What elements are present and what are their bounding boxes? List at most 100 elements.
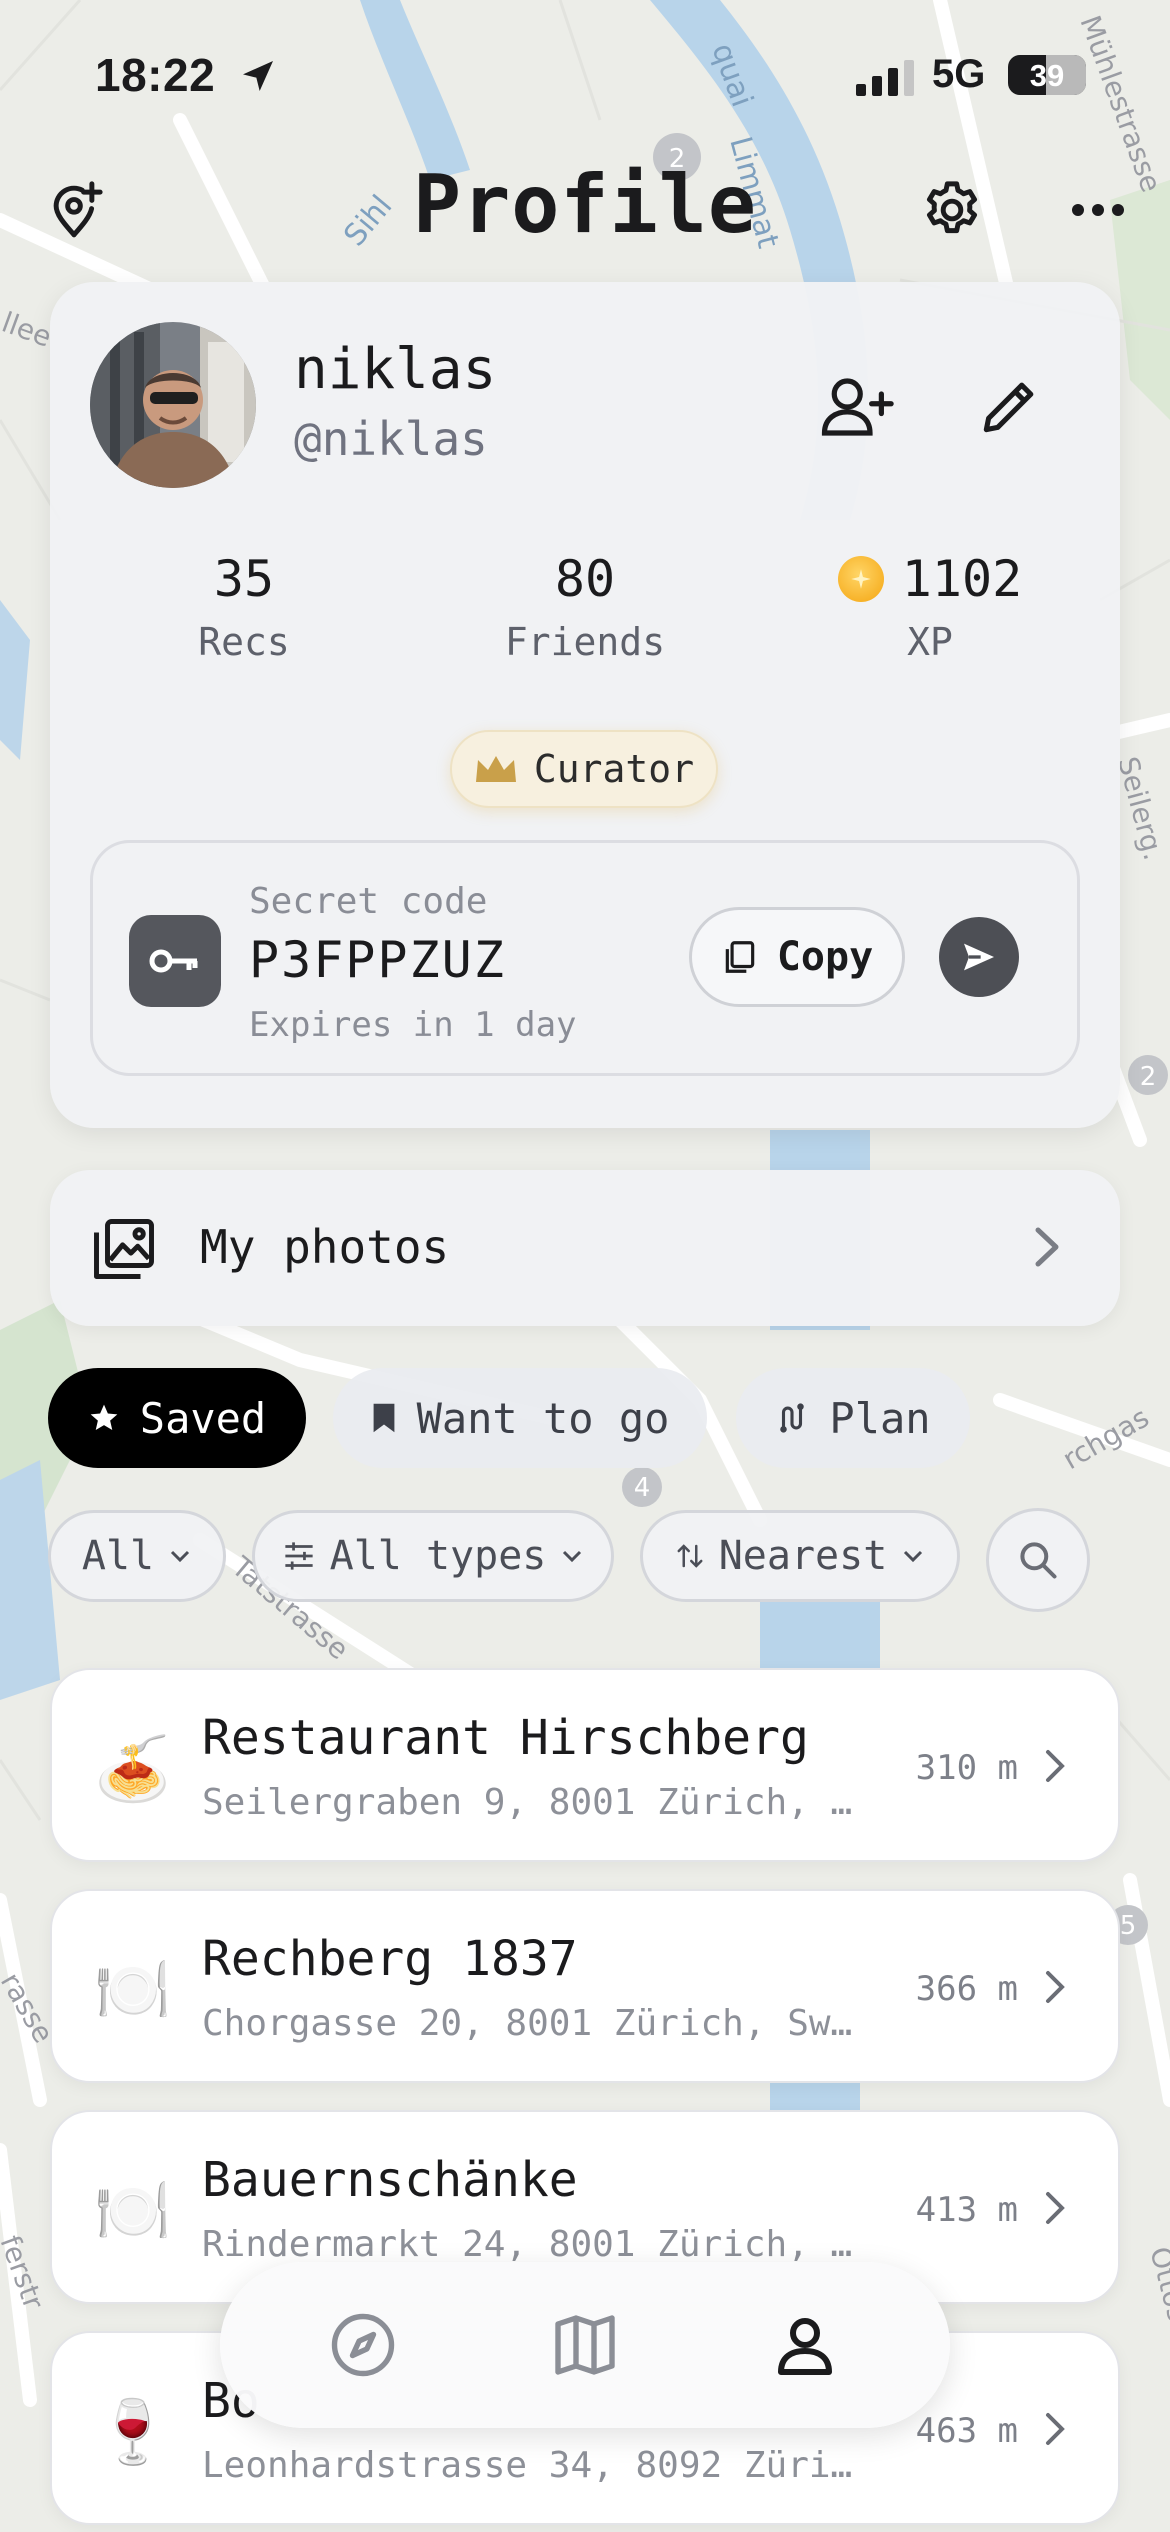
- place-emoji: 🍽️: [94, 1953, 172, 2026]
- place-name: Restaurant Hirschberg: [202, 1710, 809, 1766]
- status-time: 18:22: [95, 49, 216, 101]
- chevron-right-icon: [1046, 1971, 1065, 2003]
- stat-friends[interactable]: 80 Friends: [445, 544, 725, 664]
- copy-button[interactable]: Copy: [689, 907, 905, 1007]
- stat-recs[interactable]: 35 Recs: [104, 544, 384, 664]
- stat-xp-value: 1102: [901, 550, 1023, 608]
- chevron-down-icon: [904, 1550, 923, 1563]
- route-icon: [780, 1403, 805, 1433]
- badge-label: Curator: [533, 747, 695, 791]
- search-icon: [1020, 1542, 1057, 1579]
- stat-friends-value: 80: [554, 550, 616, 608]
- pencil-icon: [983, 382, 1034, 433]
- place-name: Rechberg 1837: [202, 1931, 578, 1987]
- chevron-right-icon: [1046, 2413, 1065, 2445]
- filter-types[interactable]: All types: [252, 1510, 614, 1602]
- filter-types-label: All types: [329, 1533, 547, 1579]
- chevron-down-icon: [171, 1550, 190, 1563]
- search-button[interactable]: [986, 1508, 1090, 1612]
- filter-sort[interactable]: Nearest: [640, 1510, 960, 1602]
- profile-handle: @niklas: [294, 412, 488, 466]
- curator-badge[interactable]: Curator: [450, 730, 718, 808]
- place-name: Bauernschänke: [202, 2152, 578, 2208]
- page-title: Profile: [412, 158, 758, 251]
- avatar[interactable]: [90, 322, 256, 488]
- key-icon: [129, 915, 221, 1007]
- place-distance: 463 m: [915, 2411, 1018, 2451]
- battery-level: 39: [1029, 58, 1065, 93]
- battery-icon: 39: [1008, 55, 1086, 95]
- compass-icon: [331, 2313, 395, 2377]
- stat-recs-label: Recs: [198, 620, 290, 664]
- star-icon: [90, 1404, 118, 1430]
- list-item[interactable]: 🍝 Restaurant Hirschberg Seilergraben 9, …: [50, 1668, 1120, 1862]
- filter-all-label: All: [81, 1533, 155, 1579]
- add-friend-button[interactable]: [812, 362, 902, 452]
- chevron-down-icon: [563, 1550, 582, 1563]
- nav-map[interactable]: [540, 2300, 630, 2390]
- crown-icon: [475, 756, 516, 782]
- tab-want-to-go-label: Want to go: [416, 1393, 670, 1443]
- edit-profile-button[interactable]: [964, 362, 1054, 452]
- map-icon: [555, 2315, 615, 2375]
- person-icon: [778, 2318, 832, 2375]
- filter-all[interactable]: All: [48, 1510, 226, 1602]
- network-type: 5G: [932, 52, 986, 96]
- share-code-button[interactable]: [939, 917, 1019, 997]
- place-distance: 413 m: [915, 2190, 1018, 2230]
- place-address: Rindermarkt 24, 8001 Zürich, …: [202, 2224, 853, 2265]
- my-photos-row[interactable]: My photos: [50, 1170, 1120, 1326]
- filter-sort-label: Nearest: [718, 1533, 888, 1579]
- place-emoji: 🍽️: [94, 2174, 172, 2247]
- list-item[interactable]: 🍽️ Rechberg 1837 Chorgasse 20, 8001 Züri…: [50, 1889, 1120, 2083]
- bottom-nav: [220, 2262, 950, 2428]
- more-dots-icon: [1072, 204, 1124, 216]
- secret-code-box: Secret code P3FPPZUZ Expires in 1 day Co…: [90, 840, 1080, 1076]
- chevron-right-icon: [1046, 1750, 1065, 1782]
- profile-name: niklas: [294, 337, 497, 402]
- nav-profile[interactable]: [760, 2300, 850, 2390]
- stat-friends-label: Friends: [504, 620, 666, 664]
- stat-xp[interactable]: 1102 XP: [790, 544, 1070, 664]
- tab-saved[interactable]: Saved: [48, 1368, 306, 1468]
- xp-coin-icon: [837, 556, 884, 602]
- status-bar: 18:22 5G 39: [0, 0, 1170, 150]
- settings-button[interactable]: [912, 170, 992, 250]
- cellular-signal-icon: [856, 60, 914, 96]
- photos-icon: [94, 1219, 154, 1279]
- profile-card: niklas @niklas 35 Recs 80 Friends 1102 X…: [50, 282, 1120, 1128]
- place-address: Chorgasse 20, 8001 Zürich, Sw…: [202, 2003, 853, 2044]
- header: Profile: [0, 150, 1170, 270]
- place-distance: 366 m: [915, 1969, 1018, 2009]
- sliders-icon: [284, 1542, 313, 1570]
- nav-explore[interactable]: [318, 2300, 408, 2390]
- my-photos-label: My photos: [200, 1220, 450, 1274]
- place-distance: 310 m: [915, 1748, 1018, 1788]
- tab-plan[interactable]: Plan: [736, 1368, 970, 1468]
- location-arrow-icon: [243, 61, 273, 91]
- place-address: Leonhardstrasse 34, 8092 Züri…: [202, 2445, 853, 2486]
- tab-plan-label: Plan: [829, 1393, 931, 1443]
- secret-code-label: Secret code: [249, 881, 488, 922]
- stat-xp-label: XP: [907, 620, 953, 664]
- add-friend-icon: [821, 378, 894, 436]
- chevron-right-icon: [1035, 1227, 1059, 1267]
- svg-text:2: 2: [1140, 1062, 1157, 1092]
- copy-button-label: Copy: [776, 934, 874, 980]
- svg-text:5: 5: [1120, 1911, 1137, 1941]
- send-icon: [964, 943, 994, 971]
- svg-text:4: 4: [634, 1473, 651, 1503]
- secret-code-expiry: Expires in 1 day: [249, 1005, 577, 1045]
- place-emoji: 🍷: [94, 2395, 172, 2468]
- secret-code-value: P3FPPZUZ: [249, 931, 506, 989]
- bookmark-icon: [373, 1403, 394, 1433]
- sort-icon: [677, 1544, 703, 1568]
- tab-saved-label: Saved: [139, 1393, 267, 1443]
- stat-recs-value: 35: [213, 550, 275, 608]
- gear-icon: [926, 181, 978, 234]
- tab-want-to-go[interactable]: Want to go: [333, 1368, 707, 1468]
- chevron-right-icon: [1046, 2192, 1065, 2224]
- more-button[interactable]: [1058, 170, 1138, 250]
- place-emoji: 🍝: [94, 1732, 172, 1805]
- copy-icon: [725, 941, 755, 973]
